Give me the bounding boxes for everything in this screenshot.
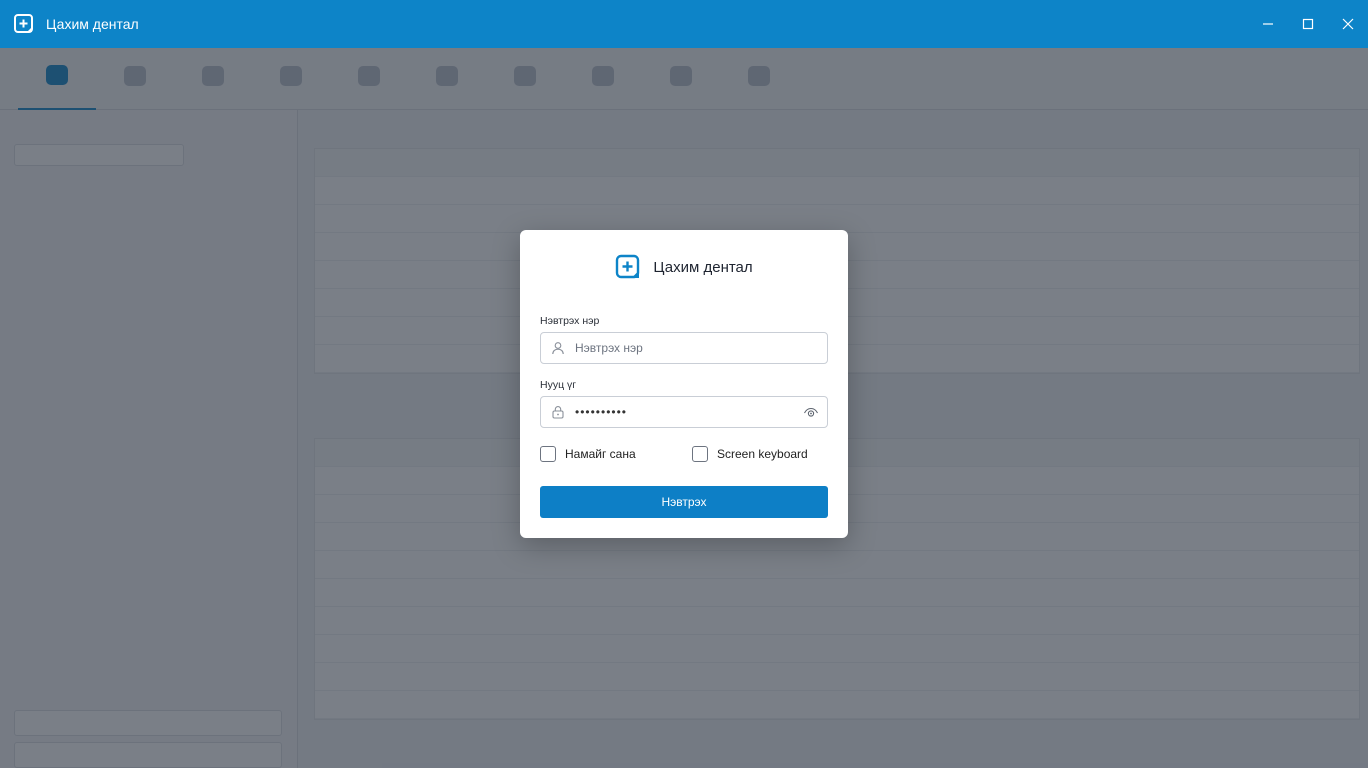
window-title: Цахим дентал — [46, 16, 139, 32]
app-logo-icon — [14, 14, 33, 33]
remember-me-label: Намайг сана — [565, 447, 636, 461]
maximize-icon — [1302, 18, 1314, 30]
screen-keyboard-box[interactable] — [692, 446, 708, 462]
user-icon — [552, 342, 564, 355]
login-button[interactable]: Нэвтрэх — [540, 486, 828, 518]
password-label: Нууц үг — [540, 379, 577, 391]
minimize-icon — [1263, 23, 1273, 25]
minimize-button[interactable] — [1248, 0, 1288, 48]
screen-keyboard-label: Screen keyboard — [717, 447, 808, 461]
close-button[interactable] — [1328, 0, 1368, 48]
username-field[interactable] — [540, 332, 828, 364]
lock-icon — [552, 406, 564, 419]
password-field[interactable] — [540, 396, 828, 428]
maximize-button[interactable] — [1288, 0, 1328, 48]
title-bar: Цахим дентал — [0, 0, 1368, 48]
username-label: Нэвтрэх нэр — [540, 315, 600, 327]
screen-keyboard-checkbox[interactable]: Screen keyboard — [692, 446, 808, 462]
dialog-brand-name: Цахим дентал — [653, 258, 753, 276]
login-dialog: Цахим дентал Нэвтрэх нэр Нууц үг Намайг … — [520, 230, 848, 538]
remember-me-checkbox[interactable]: Намайг сана — [540, 446, 636, 462]
password-input[interactable] — [575, 398, 803, 426]
close-icon — [1342, 18, 1354, 30]
show-password-icon[interactable] — [803, 404, 819, 420]
username-input[interactable] — [575, 334, 827, 362]
app-logo-icon — [616, 254, 640, 279]
dialog-brand: Цахим дентал — [520, 254, 848, 280]
remember-me-box[interactable] — [540, 446, 556, 462]
